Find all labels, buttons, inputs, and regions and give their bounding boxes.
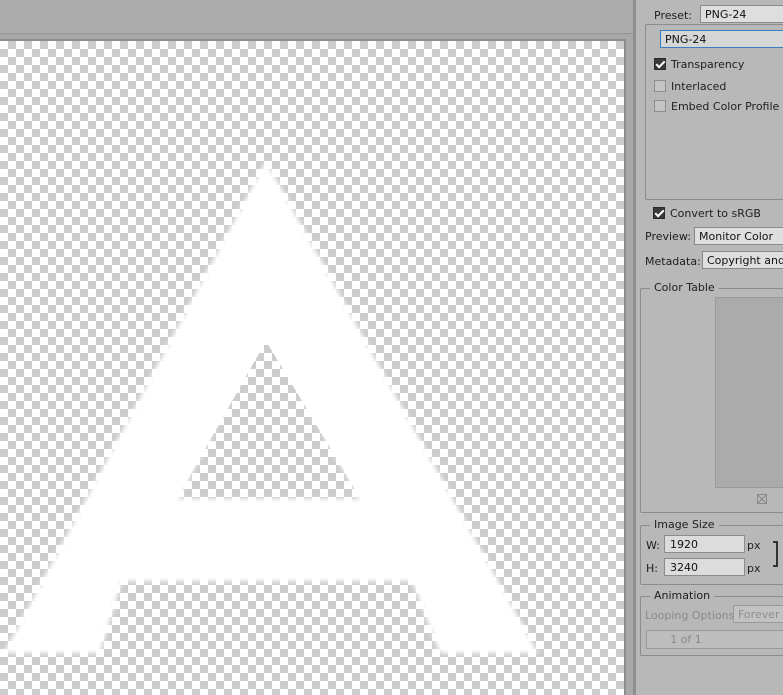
preview-area: [0, 0, 633, 695]
preview-select[interactable]: Monitor Color: [694, 227, 783, 245]
looping-options-label: Looping Options:: [645, 609, 739, 622]
interlaced-label: Interlaced: [671, 80, 727, 93]
canvas-frame: [0, 39, 626, 695]
height-label: H:: [646, 562, 658, 575]
image-size-group: [640, 525, 783, 585]
settings-panel: Preset: PNG-24 PNG-24 Transparency Inter…: [636, 0, 783, 695]
convert-srgb-checkbox[interactable]: [653, 207, 665, 219]
transparency-checkbox[interactable]: [654, 58, 666, 70]
convert-srgb-label: Convert to sRGB: [670, 207, 761, 220]
height-unit: px: [747, 562, 761, 575]
image-preview-canvas[interactable]: [0, 41, 624, 695]
format-select[interactable]: PNG-24: [660, 30, 783, 48]
metadata-label: Metadata:: [645, 255, 701, 268]
transparency-label: Transparency: [671, 58, 745, 71]
preset-label: Preset:: [654, 9, 693, 22]
preview-tab-bar: [0, 0, 633, 34]
height-input[interactable]: 3240: [664, 558, 745, 576]
color-table-title: Color Table: [650, 281, 719, 294]
metadata-select[interactable]: Copyright and C: [702, 251, 783, 269]
looping-options-select[interactable]: Forever: [733, 605, 783, 623]
width-label: W:: [646, 539, 660, 552]
image-size-title: Image Size: [650, 518, 719, 531]
preset-select[interactable]: PNG-24: [700, 5, 783, 23]
letter-a-artwork: [4, 161, 538, 653]
frame-counter: 1 of 1: [646, 630, 783, 649]
embed-color-profile-label: Embed Color Profile: [671, 100, 780, 113]
embed-color-profile-checkbox[interactable]: [654, 100, 666, 112]
width-input[interactable]: 1920: [664, 535, 745, 553]
color-table-swatches[interactable]: [715, 297, 783, 488]
animation-title: Animation: [650, 589, 715, 602]
interlaced-checkbox[interactable]: [654, 80, 666, 92]
color-table-options-icon[interactable]: [757, 494, 767, 504]
preview-label: Preview:: [645, 230, 691, 243]
link-bracket-icon[interactable]: [773, 541, 778, 567]
width-unit: px: [747, 539, 761, 552]
